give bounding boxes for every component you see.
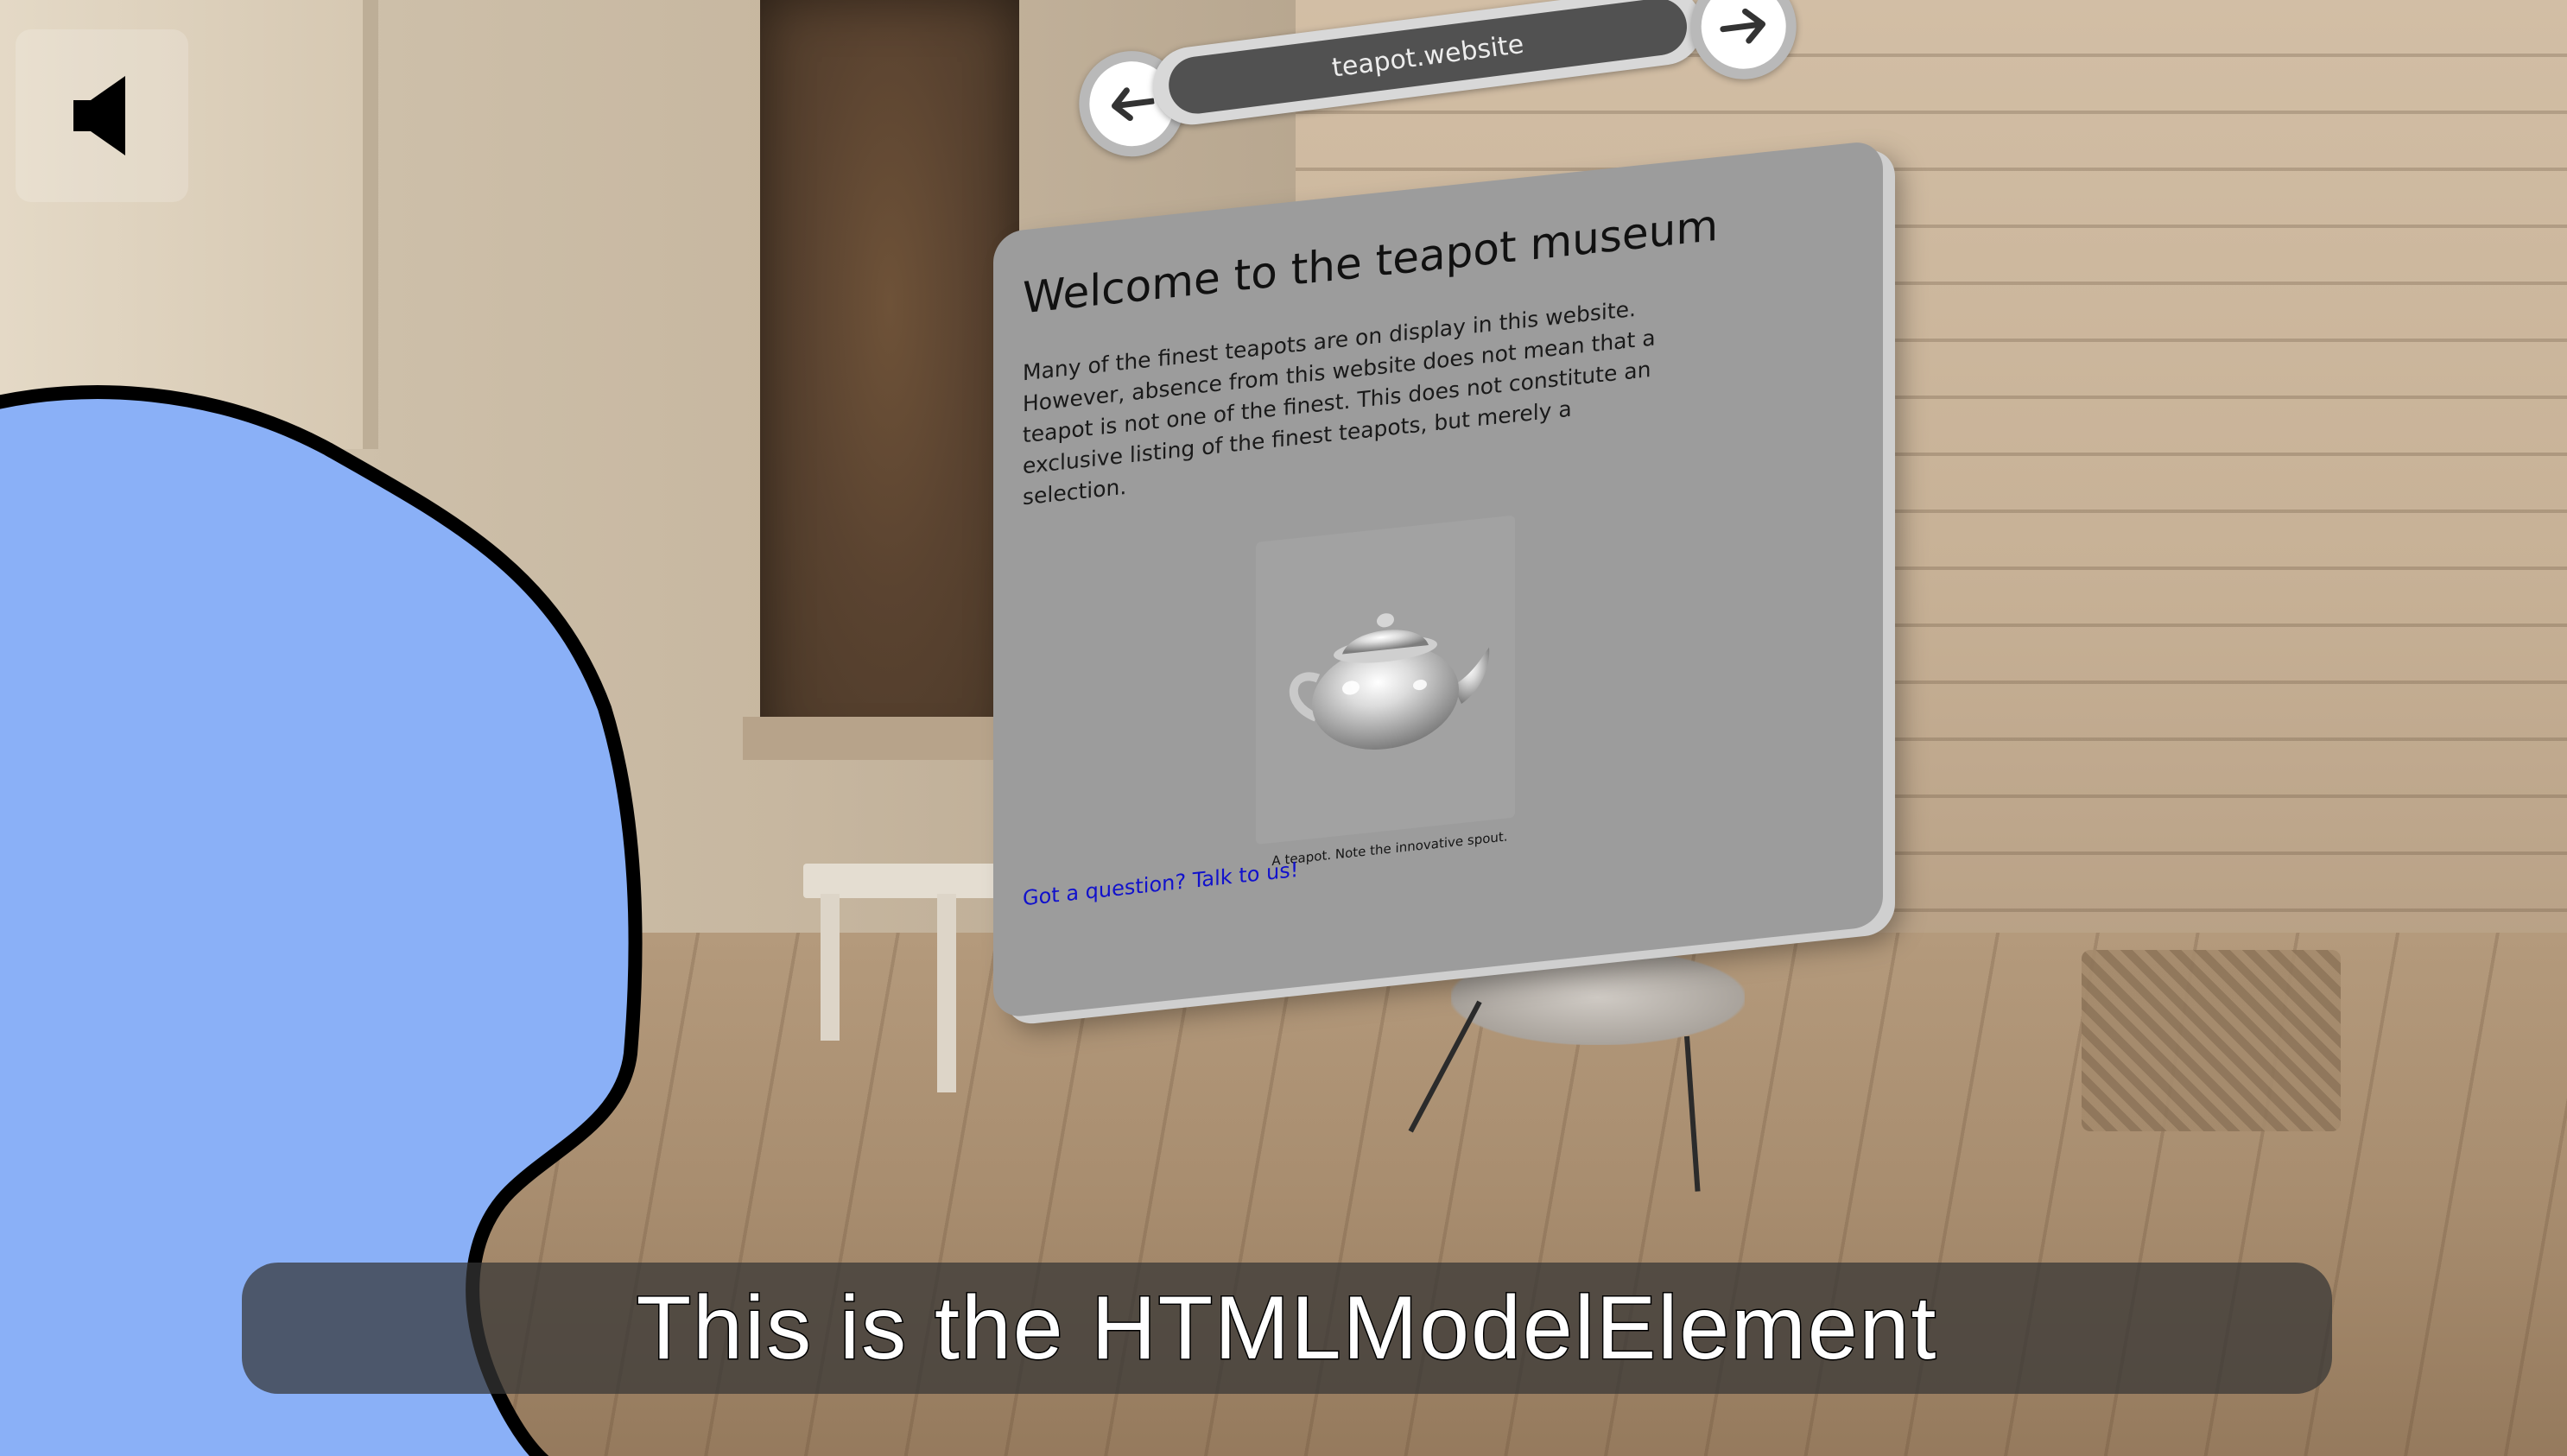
browser-window: teapot.website Welcome to the teapot mus… [985, 0, 1917, 1019]
contact-link[interactable]: Got a question? Talk to us! [1023, 858, 1298, 911]
table-leg [821, 894, 840, 1041]
browser-toolbar: teapot.website [1073, 0, 1845, 163]
teapot-model [1290, 613, 1490, 750]
window-niche [760, 0, 1019, 760]
forward-button[interactable] [1684, 0, 1803, 85]
web-page-content: Welcome to the teapot museum Many of the… [1023, 161, 1848, 998]
page-intro-text: Many of the finest teapots are on displa… [1023, 295, 1656, 510]
blue-blob-shape [0, 385, 643, 1456]
url-text: teapot.website [1165, 0, 1690, 117]
arrow-right-icon [1720, 8, 1766, 44]
subtitle-caption: This is the HTMLModelElement [242, 1263, 2332, 1394]
model-element[interactable] [1256, 515, 1515, 845]
mute-button[interactable] [16, 29, 188, 202]
web-page-panel: Welcome to the teapot museum Many of the… [993, 139, 1883, 1019]
table-leg [937, 894, 956, 1092]
arrow-left-icon [1111, 87, 1156, 122]
address-bar[interactable]: teapot.website [1148, 0, 1708, 130]
speaker-icon [73, 76, 125, 155]
wicker-basket [2082, 950, 2341, 1131]
caption-text: This is the HTMLModelElement [635, 1276, 1938, 1379]
